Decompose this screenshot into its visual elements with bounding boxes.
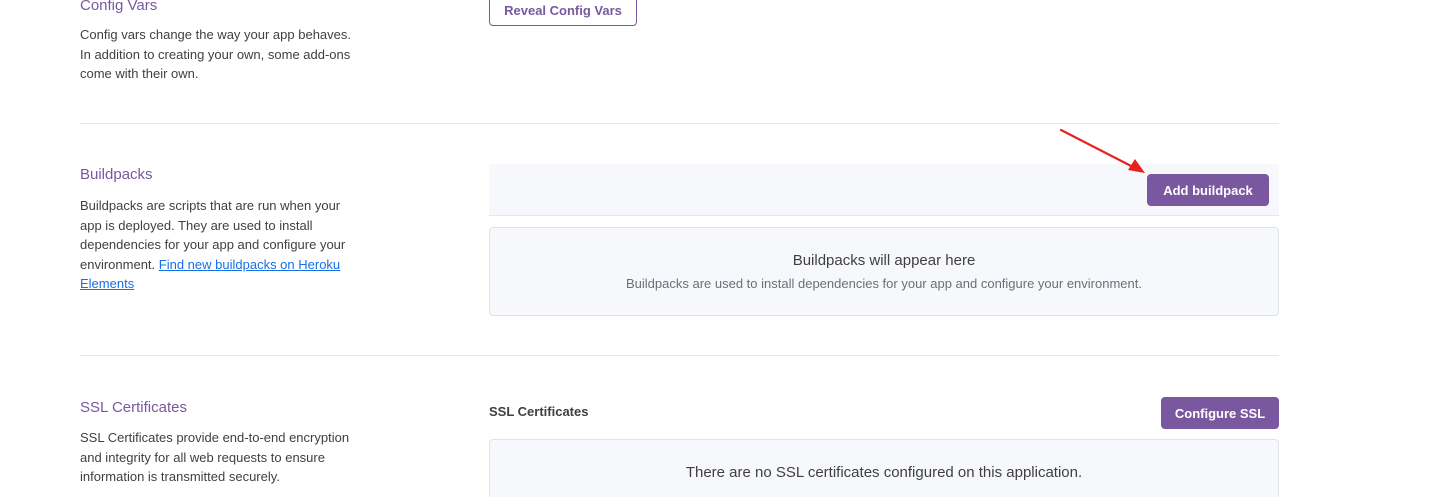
ssl-description: SSL Certificates provide end-to-end encr… — [80, 430, 350, 484]
add-buildpack-button[interactable]: Add buildpack — [1147, 174, 1269, 206]
config-vars-description: Config vars change the way your app beha… — [80, 27, 352, 81]
config-vars-title: Config Vars — [80, 0, 158, 14]
reveal-config-vars-button[interactable]: Reveal Config Vars — [489, 0, 637, 26]
buildpacks-empty-subtitle: Buildpacks are used to install dependenc… — [626, 276, 1142, 291]
ssl-title: SSL Certificates — [80, 399, 187, 416]
ssl-empty-title: There are no SSL certificates configured… — [685, 464, 1083, 481]
section-divider — [80, 123, 1279, 124]
buildpacks-empty-state: Buildpacks will appear here Buildpacks a… — [489, 227, 1279, 316]
buildpacks-title: Buildpacks — [80, 166, 153, 183]
buildpacks-empty-title: Buildpacks will appear here — [792, 252, 976, 269]
ssl-empty-state: There are no SSL certificates configured… — [489, 439, 1279, 497]
ssl-heading: SSL Certificates — [489, 404, 589, 419]
buildpacks-description: Buildpacks are scripts that are run when… — [80, 196, 360, 294]
annotation-arrow-icon — [1059, 128, 1145, 173]
configure-ssl-button[interactable]: Configure SSL — [1161, 397, 1279, 429]
section-divider — [80, 355, 1279, 356]
